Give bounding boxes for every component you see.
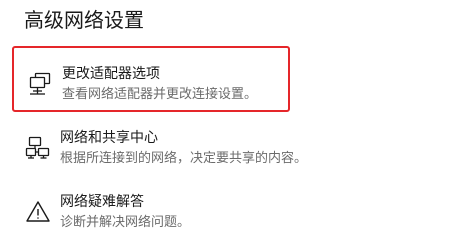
option-description: 根据所连接到的网络，决定要共享的内容。 <box>60 151 308 166</box>
option-description: 诊断并解决网络问题。 <box>60 215 191 230</box>
network-sharing-center-link[interactable]: 网络和共享中心 根据所连接到的网络，决定要共享的内容。 <box>12 116 307 182</box>
option-label: 网络和共享中心 <box>60 130 158 146</box>
network-adapter-icon <box>26 70 54 98</box>
section-title: 高级网络设置 <box>24 8 144 32</box>
change-adapter-options-link[interactable]: 更改适配器选项 查看网络适配器并更改连接设置。 <box>12 46 290 112</box>
advanced-network-settings-panel: 高级网络设置 更改适配器选项 查看网络适配器并更改连接设置。 网络和共享中心 根… <box>0 0 469 235</box>
option-description: 查看网络适配器并更改连接设置。 <box>62 87 258 102</box>
warning-icon <box>24 198 52 226</box>
option-label: 更改适配器选项 <box>62 66 160 82</box>
sharing-center-icon <box>24 134 52 162</box>
option-label: 网络疑难解答 <box>60 194 144 210</box>
network-troubleshoot-link[interactable]: 网络疑难解答 诊断并解决网络问题。 <box>12 180 290 240</box>
